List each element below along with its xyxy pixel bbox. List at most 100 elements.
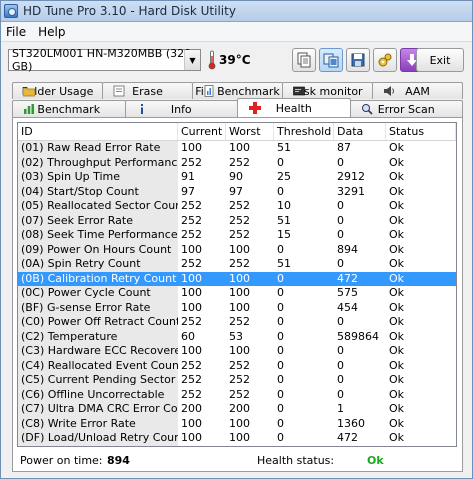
cell-threshold: 25 — [277, 170, 291, 183]
table-row[interactable]: (05) Reallocated Sector Count 252 252 10 0 Ok — [18, 199, 456, 214]
thermometer-icon — [208, 50, 216, 70]
tab-error-scan[interactable]: Error Scan — [349, 100, 463, 117]
health-status-value: Ok — [367, 453, 384, 467]
cell-threshold: 51 — [277, 257, 291, 270]
cell-current: 100 — [181, 286, 202, 299]
cell-data: 0 — [337, 257, 344, 270]
options-icon — [378, 53, 392, 67]
table-row[interactable]: (08) Seek Time Performance 252 252 15 0 Ok — [18, 228, 456, 243]
column-header-threshold[interactable]: Threshold — [274, 123, 334, 140]
cell-current: 60 — [181, 329, 195, 343]
menu-help[interactable]: Help — [32, 25, 71, 39]
cell-worst: 252 — [229, 373, 250, 386]
cell-worst: 252 — [229, 358, 250, 372]
copy-text-button[interactable] — [292, 48, 316, 72]
cell-id: (C0) Power Off Retract Count — [18, 315, 178, 330]
cell-id: (05) Reallocated Sector Count — [18, 199, 178, 214]
table-row[interactable]: (C3) Hardware ECC Recovered 100 100 0 0 Ok — [18, 344, 456, 359]
tab-info[interactable]: Info — [124, 100, 238, 117]
cell-data: 1360 — [337, 416, 365, 430]
cell-data: 0 — [337, 228, 344, 241]
cell-worst: 100 — [229, 300, 250, 314]
tab-folder-usage[interactable]: Folder Usage — [12, 82, 103, 99]
table-row[interactable]: (C8) Write Error Rate 100 100 0 1360 Ok — [18, 416, 456, 431]
hd-tune-app-icon — [4, 3, 18, 18]
copy-screenshot-button[interactable] — [319, 48, 343, 72]
cell-worst: 100 — [229, 431, 250, 444]
tab-label: AAM — [405, 84, 430, 98]
tab-erase[interactable]: Erase — [102, 82, 193, 99]
table-row[interactable]: (0A) Spin Retry Count 252 252 51 0 Ok — [18, 257, 456, 272]
table-row[interactable]: (C4) Reallocated Event Count 252 252 0 0 Ok — [18, 358, 456, 373]
tab-aam[interactable]: AAM — [372, 82, 463, 99]
cell-id: (04) Start/Stop Count — [18, 184, 178, 199]
table-row[interactable]: (DF) Load/Unload Retry Count 100 100 0 472 Ok — [18, 431, 456, 446]
cell-worst: 252 — [229, 257, 250, 270]
drive-select[interactable]: ST320LM001 HN-M320MBB (320 GB) ▼ — [8, 47, 201, 73]
benchmark-icon — [24, 104, 34, 114]
error-scan-icon — [361, 104, 373, 115]
options-button[interactable] — [373, 48, 397, 72]
table-row[interactable]: (01) Raw Read Error Rate 100 100 51 87 Ok — [18, 141, 456, 156]
cell-id: (C8) Write Error Rate — [18, 416, 178, 431]
table-body: (01) Raw Read Error Rate 100 100 51 87 Ok (02)… — [18, 141, 456, 446]
tab-disk-monitor[interactable]: Disk monitor — [282, 82, 373, 99]
column-header-id[interactable]: ID — [18, 123, 178, 140]
window-title: HD Tune Pro 3.10 - Hard Disk Utility — [23, 3, 236, 18]
cell-id: (07) Seek Error Rate — [18, 213, 178, 228]
erase-icon — [113, 85, 125, 97]
cell-data: 0 — [337, 358, 344, 372]
cell-id: (09) Power On Hours Count — [18, 242, 178, 257]
table-row[interactable]: (03) Spin Up Time 91 90 25 2912 Ok — [18, 170, 456, 185]
cell-threshold: 0 — [277, 416, 284, 430]
file-benchmark-icon — [204, 85, 214, 97]
chevron-down-icon[interactable]: ▼ — [184, 50, 200, 70]
tab-file-benchmark[interactable]: File Benchmark — [192, 82, 283, 99]
cell-worst: 100 — [229, 242, 250, 256]
cell-current: 252 — [181, 315, 202, 328]
cell-threshold: 0 — [277, 184, 284, 198]
column-header-status[interactable]: Status — [386, 123, 456, 140]
health-panel: ID Current Worst Threshold Data Status (… — [12, 117, 463, 472]
table-row[interactable]: (C7) Ultra DMA CRC Error Count20020001Ok — [18, 402, 456, 417]
table-row[interactable]: (04) Start/Stop Count 97 97 0 3291 Ok — [18, 184, 456, 199]
tabs-row-bottom: Benchmark Info Health Error Scan — [12, 98, 463, 117]
cell-data: 0 — [337, 213, 344, 227]
table-row[interactable]: (C2) Temperature 60 53 0 589864 Ok — [18, 329, 456, 344]
health-status-label: Health status: — [257, 453, 335, 467]
cell-data: 0 — [337, 315, 344, 328]
copy-screenshot-icon — [323, 53, 339, 68]
tabs-row-top: Folder Usage Erase File Benchmark Disk m… — [12, 82, 463, 99]
tab-health[interactable]: Health — [237, 98, 351, 117]
table-row[interactable]: (02) Throughput Performance 252 252 0 0 Ok — [18, 155, 456, 170]
table-row[interactable]: (07) Seek Error Rate 252 252 51 0 Ok — [18, 213, 456, 228]
column-header-data[interactable]: Data — [334, 123, 386, 140]
folder-icon — [23, 87, 35, 97]
table-row[interactable]: (C0) Power Off Retract Count 252 252 0 0 Ok — [18, 315, 456, 330]
menu-file[interactable]: File — [0, 25, 32, 39]
cell-data: 0 — [337, 155, 344, 169]
smart-attributes-table[interactable]: ID Current Worst Threshold Data Status (… — [17, 122, 457, 447]
exit-button-label: Exit — [429, 53, 451, 67]
table-row[interactable]: (09) Power On Hours Count 100 100 0 894 Ok — [18, 242, 456, 257]
table-row[interactable]: (C5) Current Pending Sector 252 252 0 0 Ok — [18, 373, 456, 388]
table-row[interactable]: (0B) Calibration Retry Count 100 100 0 472 Ok — [18, 271, 456, 286]
cell-data: 0 — [337, 199, 344, 212]
power-on-label: Power on time: — [20, 453, 103, 467]
tab-benchmark[interactable]: Benchmark — [12, 100, 126, 117]
cell-status: Ok — [389, 358, 405, 372]
table-row[interactable]: (0C) Power Cycle Count 100 100 0 575 Ok — [18, 286, 456, 301]
cell-current: 200 — [181, 402, 202, 415]
column-header-worst[interactable]: Worst — [226, 123, 274, 140]
cell-threshold: 0 — [277, 300, 284, 314]
cell-status: Ok — [389, 155, 405, 169]
save-screenshot-button[interactable] — [346, 48, 370, 72]
cell-worst: 200 — [229, 402, 250, 415]
tab-label: Erase — [132, 84, 163, 98]
cell-worst: 252 — [229, 213, 250, 227]
column-header-current[interactable]: Current — [178, 123, 226, 140]
table-row[interactable]: (C6) Offline Uncorrectable 252 252 0 0 Ok — [18, 387, 456, 402]
cell-threshold: 10 — [277, 199, 291, 212]
table-row[interactable]: (BF) G-sense Error Rate 100 100 0 454 Ok — [18, 300, 456, 315]
exit-button[interactable]: Exit — [416, 48, 464, 72]
